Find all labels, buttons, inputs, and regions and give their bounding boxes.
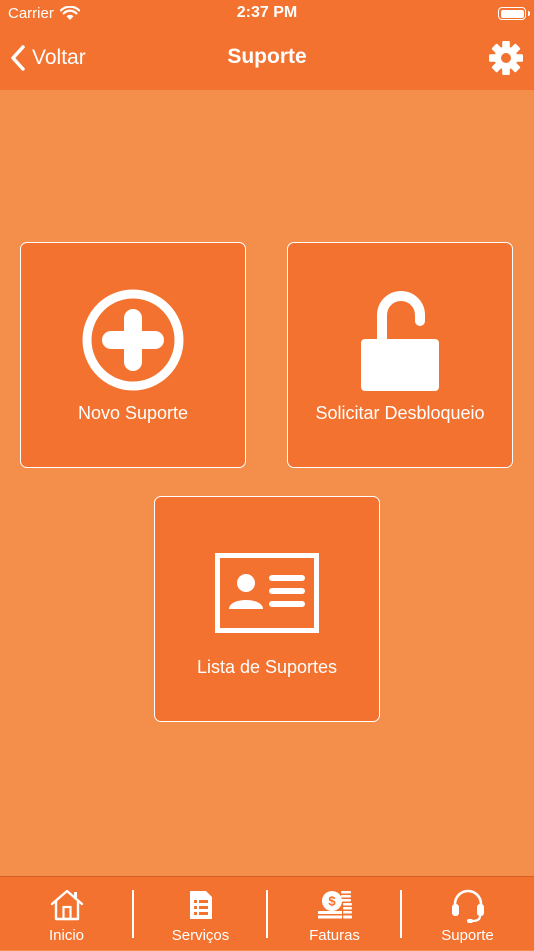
- tile-label: Novo Suporte: [77, 403, 189, 423]
- money-icon: $: [317, 891, 352, 919]
- headset-icon: [451, 889, 484, 923]
- tab-suporte[interactable]: Suporte: [401, 877, 534, 951]
- tile-label: Lista de Suportes: [196, 657, 338, 677]
- new-support-tile[interactable]: Novo Suporte: [20, 242, 246, 468]
- support-list-tile[interactable]: Lista de Suportes: [154, 496, 380, 722]
- tile-label: Solicitar Desbloqueio: [315, 403, 485, 423]
- tab-label: Suporte: [441, 927, 494, 944]
- id-card-icon: [215, 553, 319, 633]
- unlock-icon: [361, 291, 439, 391]
- tab-label: Faturas: [309, 927, 360, 944]
- svg-text:$: $: [328, 894, 336, 909]
- request-unlock-tile[interactable]: Solicitar Desbloqueio: [287, 242, 513, 468]
- gear-icon: [489, 41, 523, 75]
- tab-faturas[interactable]: $ Faturas: [268, 877, 401, 951]
- tab-inicio[interactable]: Inicio: [0, 877, 133, 951]
- tab-label: Inicio: [48, 927, 85, 944]
- tab-servicos[interactable]: Serviços: [134, 877, 267, 951]
- status-time: 2:37 PM: [236, 4, 298, 21]
- settings-button[interactable]: [488, 40, 524, 76]
- home-icon: [50, 889, 83, 921]
- navigation-bar: Voltar Suporte: [0, 28, 534, 90]
- battery-icon: [498, 7, 530, 20]
- page-title: Suporte: [227, 45, 307, 68]
- app-header: Carrier 2:37 PM Voltar Suporte: [0, 0, 534, 90]
- document-list-icon: [189, 891, 212, 919]
- plus-circle-icon: [82, 289, 184, 391]
- status-bar: Carrier 2:37 PM: [0, 0, 534, 28]
- bottom-tab-bar: Inicio Serviços $ Faturas Suporte: [0, 876, 534, 950]
- tab-label: Serviços: [171, 927, 230, 944]
